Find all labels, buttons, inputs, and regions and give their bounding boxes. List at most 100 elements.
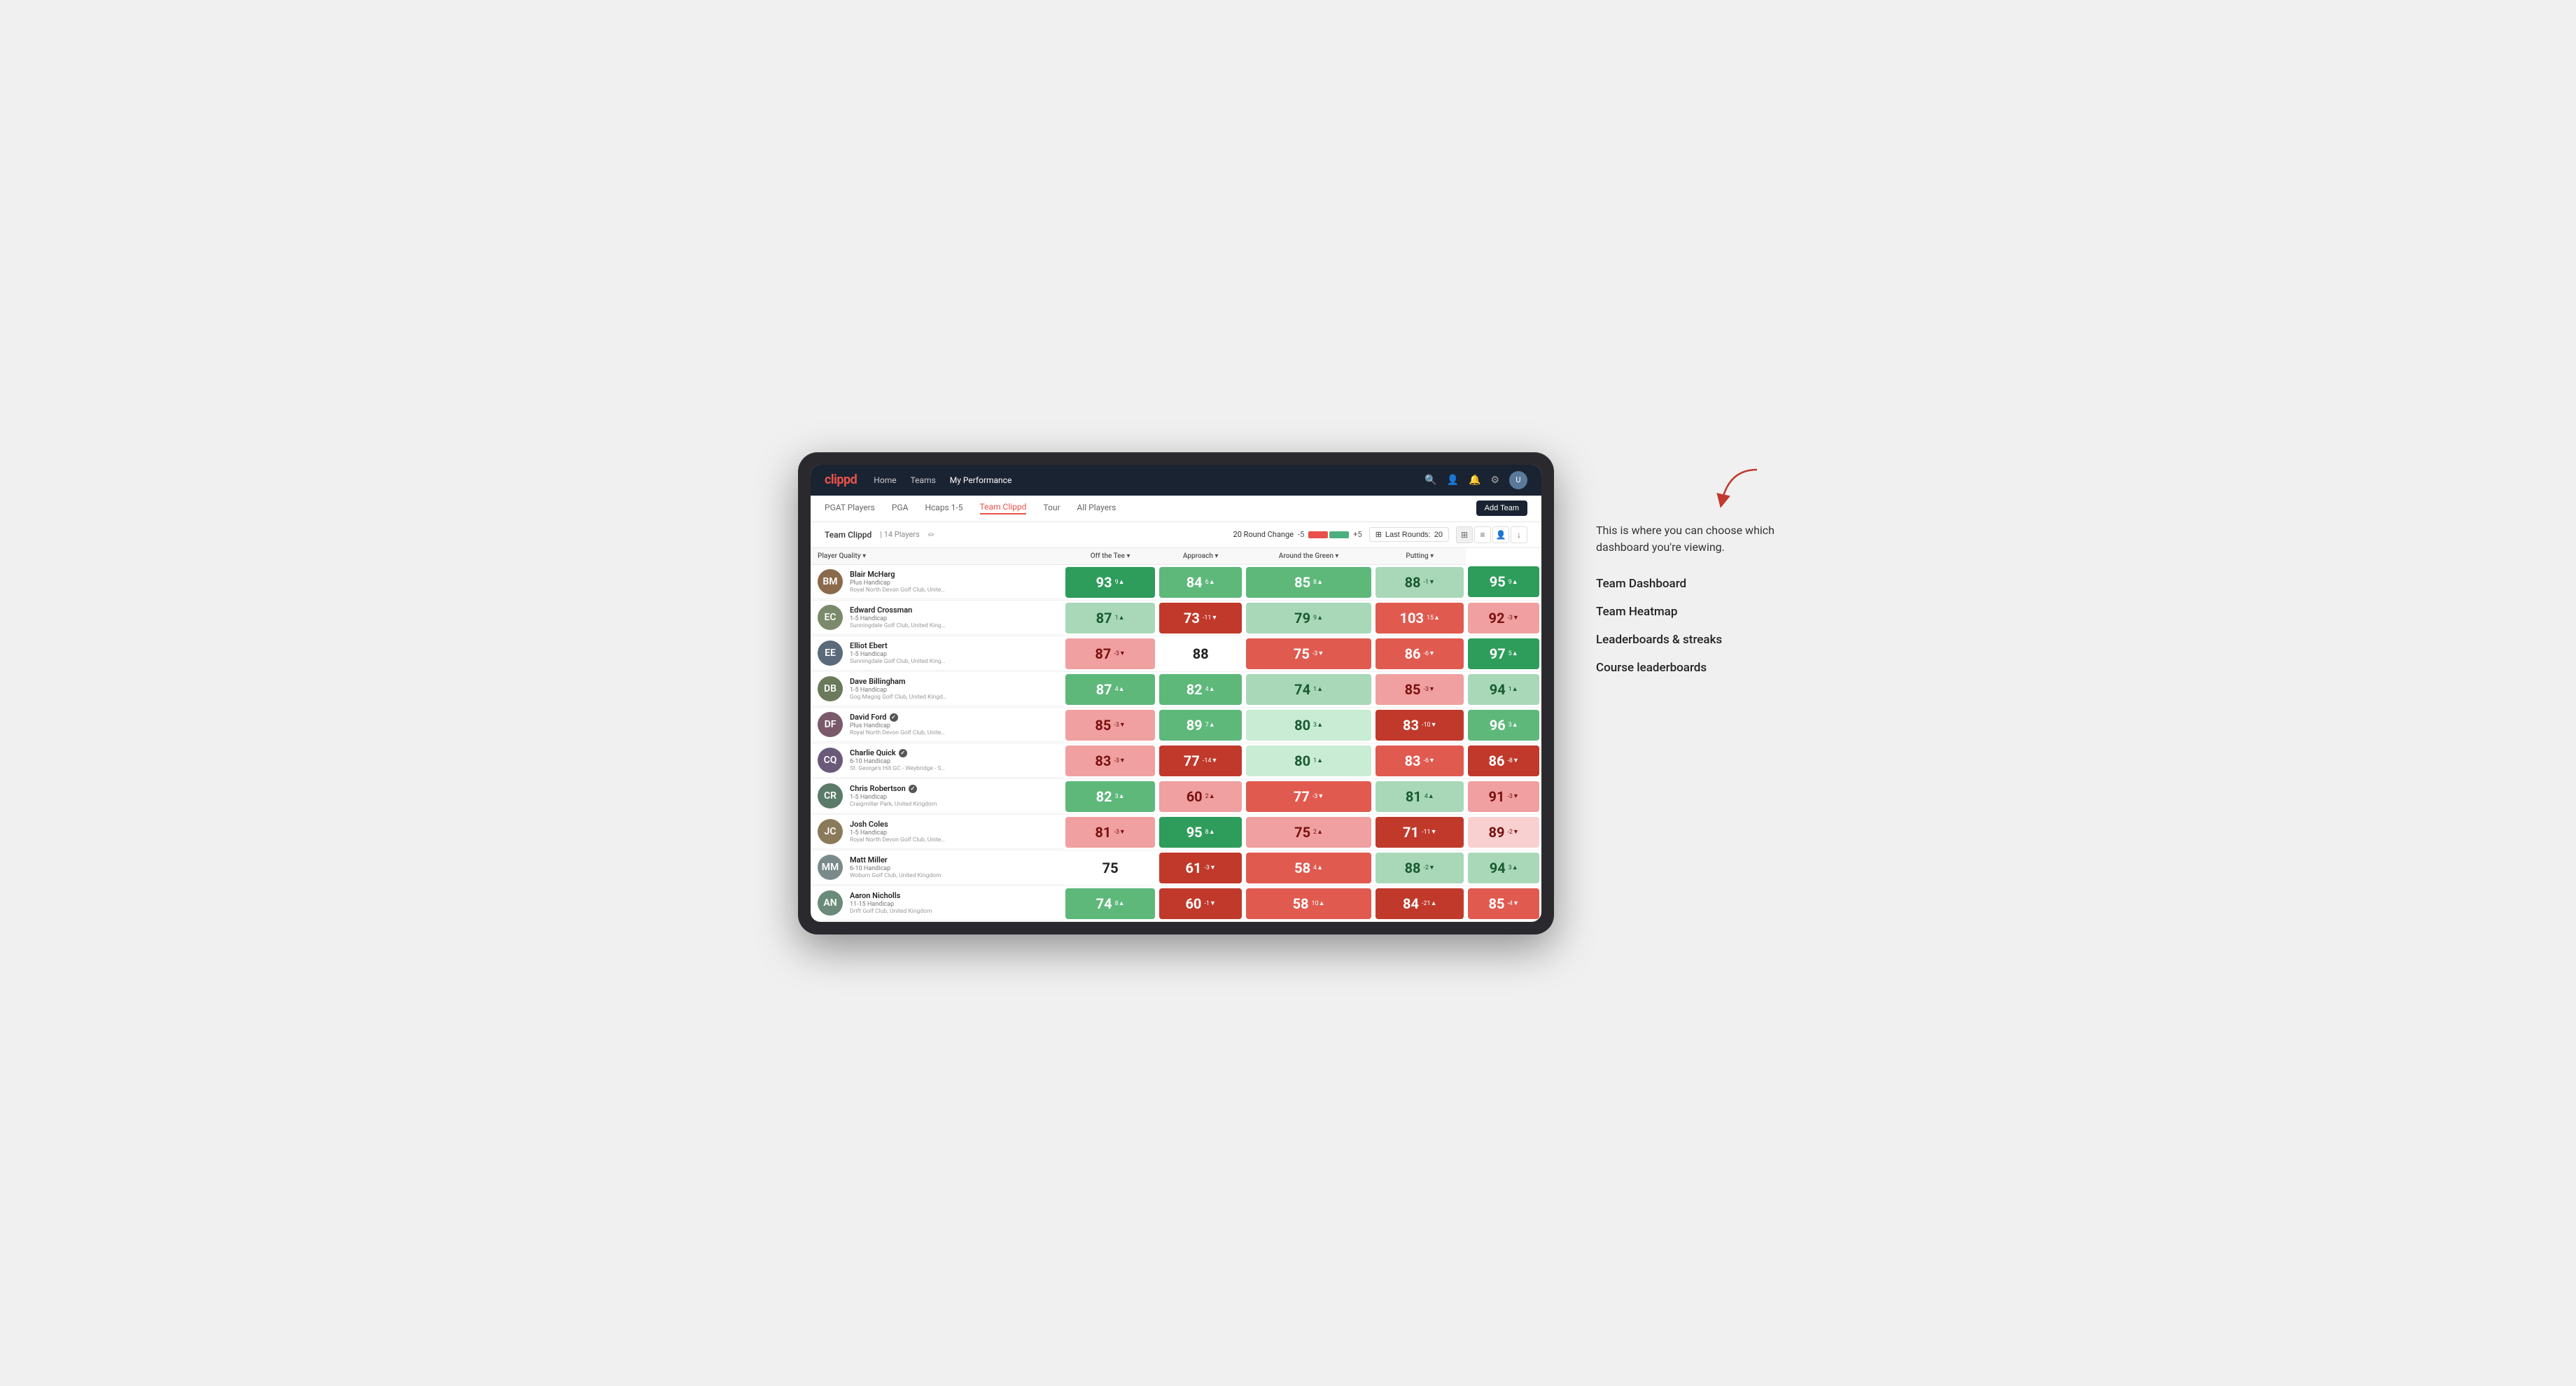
table-row[interactable]: CR Chris Robertson✓ 1-5 Handicap Craigmi… bbox=[811, 778, 1541, 814]
table-row[interactable]: MM Matt Miller 6-10 Handicap Woburn Golf… bbox=[811, 850, 1541, 886]
table-row[interactable]: JC Josh Coles 1-5 Handicap Royal North D… bbox=[811, 814, 1541, 850]
player-info: Matt Miller 6-10 Handicap Woburn Golf Cl… bbox=[850, 855, 1056, 879]
player-info: David Ford✓ Plus Handicap Royal North De… bbox=[850, 713, 1056, 736]
player-name: Aaron Nicholls bbox=[850, 891, 1056, 900]
subnav-pga[interactable]: PGA bbox=[892, 503, 909, 514]
subnav-team-clippd[interactable]: Team Clippd bbox=[980, 502, 1027, 514]
score-value: 74 bbox=[1096, 895, 1112, 912]
table-row[interactable]: DB Dave Billingham 1-5 Handicap Gog Mago… bbox=[811, 671, 1541, 707]
player-cell: BM Blair McHarg Plus Handicap Royal Nort… bbox=[811, 564, 1063, 600]
player-info: Chris Robertson✓ 1-5 Handicap Craigmilla… bbox=[850, 784, 1056, 808]
subnav-tour[interactable]: Tour bbox=[1043, 503, 1060, 514]
player-name: Blair McHarg bbox=[850, 570, 1056, 579]
table-row[interactable]: EC Edward Crossman 1-5 Handicap Sunningd… bbox=[811, 600, 1541, 636]
toolbar-right: 20 Round Change -5 +5 ⊞ Last Rounds: 20 bbox=[1233, 526, 1527, 543]
score-value: 58 bbox=[1294, 860, 1310, 876]
search-icon[interactable]: 🔍 bbox=[1424, 475, 1436, 486]
score-box: 86 -8▼ bbox=[1468, 746, 1539, 776]
last-rounds-button[interactable]: ⊞ Last Rounds: 20 bbox=[1369, 527, 1449, 542]
player-avatar: CQ bbox=[818, 748, 843, 773]
player-name: David Ford✓ bbox=[850, 713, 1056, 722]
score-change: -4▼ bbox=[1507, 899, 1518, 907]
logo: clippd bbox=[825, 472, 857, 487]
player-handicap: Plus Handicap bbox=[850, 722, 1056, 729]
score-box: 87 -3▼ bbox=[1065, 638, 1156, 669]
table-row[interactable]: BM Blair McHarg Plus Handicap Royal Nort… bbox=[811, 564, 1541, 600]
player-avatar: DF bbox=[818, 712, 843, 737]
score-box: 81 -3▼ bbox=[1065, 817, 1156, 848]
score-cell: 75 2▲ bbox=[1244, 814, 1373, 850]
score-value: 92 bbox=[1488, 610, 1504, 626]
score-value: 85 bbox=[1488, 895, 1504, 912]
score-change: -2▼ bbox=[1507, 828, 1518, 836]
score-cell: 91 -3▼ bbox=[1466, 778, 1541, 814]
score-change: -2▼ bbox=[1424, 864, 1435, 872]
score-change: -14▼ bbox=[1203, 757, 1218, 764]
score-value: 83 bbox=[1405, 752, 1421, 769]
score-change: 3▲ bbox=[1508, 864, 1518, 872]
table-row[interactable]: DF David Ford✓ Plus Handicap Royal North… bbox=[811, 707, 1541, 743]
col-off-tee[interactable]: Off the Tee ▾ bbox=[1063, 548, 1158, 565]
score-box: 85 -4▼ bbox=[1468, 888, 1539, 919]
list-view-button[interactable]: ≡ bbox=[1474, 526, 1491, 543]
grid-view-button[interactable]: ⊞ bbox=[1456, 526, 1473, 543]
download-button[interactable]: ↓ bbox=[1511, 526, 1527, 543]
nav-link-teams[interactable]: Teams bbox=[911, 475, 936, 485]
score-value: 94 bbox=[1490, 681, 1506, 698]
player-avatar: BM bbox=[818, 569, 843, 594]
player-avatar: AN bbox=[818, 890, 843, 916]
score-box: 74 8▲ bbox=[1065, 888, 1156, 919]
score-cell: 89 7▲ bbox=[1157, 707, 1244, 743]
col-approach[interactable]: Approach ▾ bbox=[1157, 548, 1244, 565]
bell-icon[interactable]: 🔔 bbox=[1469, 475, 1480, 486]
subnav-hcaps[interactable]: Hcaps 1-5 bbox=[925, 503, 962, 514]
score-box: 96 3▲ bbox=[1468, 710, 1539, 741]
score-cell: 71 -11▼ bbox=[1373, 814, 1466, 850]
score-change: -3▼ bbox=[1424, 685, 1435, 693]
score-box: 92 -3▼ bbox=[1468, 603, 1539, 634]
score-value: 83 bbox=[1403, 717, 1419, 734]
score-box: 89 -2▼ bbox=[1468, 817, 1539, 848]
score-cell: 103 15▲ bbox=[1373, 600, 1466, 636]
score-box: 85 8▲ bbox=[1246, 567, 1371, 598]
nav-link-myperformance[interactable]: My Performance bbox=[950, 475, 1012, 485]
score-value: 77 bbox=[1184, 752, 1200, 769]
score-box: 75 bbox=[1065, 853, 1156, 883]
person-icon[interactable]: 👤 bbox=[1447, 475, 1459, 486]
score-change: 10▲ bbox=[1312, 899, 1325, 907]
settings-icon[interactable]: ⚙ bbox=[1490, 475, 1499, 486]
score-value: 87 bbox=[1096, 610, 1112, 626]
table-row[interactable]: CQ Charlie Quick✓ 6-10 Handicap St. Geor… bbox=[811, 743, 1541, 778]
score-value: 87 bbox=[1095, 645, 1111, 662]
avatar[interactable]: U bbox=[1509, 471, 1527, 489]
score-box: 88 bbox=[1159, 638, 1242, 669]
player-info: Aaron Nicholls 11-15 Handicap Drift Golf… bbox=[850, 891, 1056, 915]
subnav-all-players[interactable]: All Players bbox=[1077, 503, 1116, 514]
score-box: 82 4▲ bbox=[1159, 674, 1242, 705]
score-cell: 77 -3▼ bbox=[1244, 778, 1373, 814]
score-box: 84 -21▲ bbox=[1376, 888, 1464, 919]
score-value: 60 bbox=[1185, 895, 1201, 912]
player-club: Gog Magog Golf Club, United Kingdom bbox=[850, 694, 948, 701]
score-box: 94 3▲ bbox=[1468, 853, 1539, 883]
add-team-button[interactable]: Add Team bbox=[1476, 500, 1527, 516]
table-row[interactable]: AN Aaron Nicholls 11-15 Handicap Drift G… bbox=[811, 886, 1541, 921]
person-view-button[interactable]: 👤 bbox=[1492, 526, 1509, 543]
score-value: 77 bbox=[1294, 788, 1310, 805]
score-value: 60 bbox=[1186, 788, 1203, 805]
player-cell: CQ Charlie Quick✓ 6-10 Handicap St. Geor… bbox=[811, 743, 1063, 778]
score-change: 9▲ bbox=[1115, 578, 1125, 586]
top-nav: clippd Home Teams My Performance 🔍 👤 🔔 ⚙… bbox=[811, 465, 1541, 496]
col-putting[interactable]: Putting ▾ bbox=[1373, 548, 1466, 565]
player-handicap: 1-5 Handicap bbox=[850, 794, 1056, 801]
score-value: 75 bbox=[1294, 824, 1310, 841]
col-around-green[interactable]: Around the Green ▾ bbox=[1244, 548, 1373, 565]
subnav-pgat[interactable]: PGAT Players bbox=[825, 503, 875, 514]
annotation-item-1: Team Dashboard bbox=[1596, 577, 1778, 591]
table-row[interactable]: EE Elliot Ebert 1-5 Handicap Sunningdale… bbox=[811, 636, 1541, 671]
nav-right: 🔍 👤 🔔 ⚙ U bbox=[1424, 471, 1527, 489]
nav-link-home[interactable]: Home bbox=[874, 475, 896, 485]
score-cell: 74 1▲ bbox=[1244, 671, 1373, 707]
edit-icon[interactable]: ✏ bbox=[928, 530, 935, 540]
col-player-quality[interactable]: Player Quality ▾ bbox=[811, 548, 1063, 565]
